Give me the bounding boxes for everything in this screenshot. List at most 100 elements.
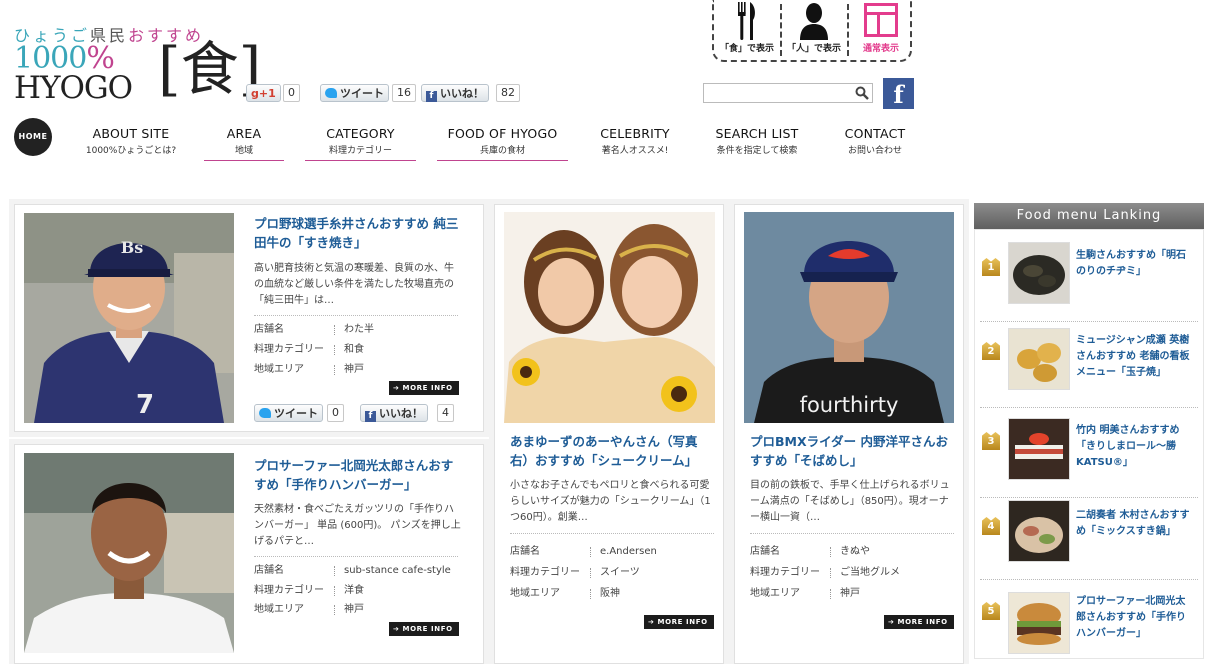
nav-active-underline: [437, 160, 568, 161]
facebook-page-button[interactable]: f: [883, 78, 914, 109]
arrow-right-icon: ➔: [393, 384, 403, 392]
celebrity-photo[interactable]: [24, 453, 234, 653]
celebrity-photo[interactable]: [504, 212, 715, 423]
display-by-person-button[interactable]: 「人」で表示: [781, 0, 847, 60]
info-row-shop: 店舗名 きぬや: [750, 546, 870, 557]
ranking-item-link: 二胡奏者 木村さんおすすめ「ミックスすき鍋」: [1076, 510, 1190, 537]
nav-about-site[interactable]: ABOUT SITE 1000%ひょうごとは?: [84, 126, 178, 156]
ranking-title: Food menu Lanking: [974, 203, 1204, 229]
rank-medal-icon: 4: [982, 517, 1000, 535]
person-icon: [800, 3, 828, 40]
info-row-area: 地域エリア 神戸: [254, 604, 364, 615]
card-description: 高い肥育技術と気温の寒暖差、良質の水、牛の血統など厳しい条件を満たした牧場直売の…: [254, 263, 454, 306]
facebook-icon: f: [893, 80, 904, 109]
nav-search-list[interactable]: SEARCH LIST 条件を指定して検索: [708, 126, 806, 156]
svg-text:Bs: Bs: [121, 238, 144, 257]
ranking-item[interactable]: 3 竹内 明美さんおすすめ「きりしまロール～勝KATSU®」: [980, 408, 1198, 498]
card-title-link[interactable]: プロサーファー北岡光太郎さんおすすめ「手作りハンバーガー」: [254, 456, 464, 494]
celebrity-photo[interactable]: Bs 7: [24, 213, 234, 423]
gplus-icon: g: [251, 87, 259, 100]
twitter-bird-icon: [325, 88, 337, 98]
ranking-thumbnail: [1008, 500, 1070, 562]
display-normal-button[interactable]: 通常表示: [848, 0, 914, 60]
like-button[interactable]: f いいね！: [421, 84, 489, 102]
surfer-photo: [24, 453, 234, 653]
ranking-thumbnail: [1008, 592, 1070, 654]
facebook-icon: f: [365, 411, 376, 422]
gplus-count: 0: [283, 84, 300, 102]
divider: [750, 533, 954, 534]
divider: [254, 315, 458, 316]
more-info-button[interactable]: ➔ MORE INFO: [389, 381, 459, 395]
nav-category[interactable]: CATEGORY 料理カテゴリー: [305, 126, 416, 161]
ranking-thumbnail: [1008, 418, 1070, 480]
ranking-item[interactable]: 2 ミュージシャン成瀬 英樹さんおすすめ 老舗の看板メニュー「玉子焼」: [980, 318, 1198, 408]
ranking-item-link: ミュージシャン成瀬 英樹さんおすすめ 老舗の看板メニュー「玉子焼」: [1076, 335, 1190, 378]
rank-medal-icon: 2: [982, 342, 1000, 360]
tweet-button[interactable]: ツイート: [320, 84, 389, 102]
arrow-right-icon: ➔: [393, 625, 403, 633]
nav-contact[interactable]: CONTACT お問い合わせ: [838, 126, 912, 156]
baseball-player-photo: Bs 7: [24, 213, 234, 423]
display-mode-switch: 「食」で表示 「人」で表示 通常表示: [712, 0, 912, 62]
ranking-item-link: プロサーファー北岡光太郎さんおすすめ「手作りハンバーガー」: [1076, 596, 1186, 639]
ranking-thumbnail: [1008, 328, 1070, 390]
info-row-area: 地域エリア 阪神: [510, 588, 620, 599]
card-title-link[interactable]: プロ野球選手糸井さんおすすめ 純三田牛の「すき焼き」: [254, 214, 464, 252]
tweet-count: 0: [327, 404, 344, 422]
facebook-icon: f: [426, 91, 437, 102]
home-button[interactable]: HOME: [14, 118, 52, 156]
card-title-link[interactable]: あまゆーずのあーやんさん（写真右）おすすめ「シュークリーム」: [510, 432, 710, 470]
more-info-button[interactable]: ➔ MORE INFO: [644, 615, 714, 629]
info-row-shop: 店舗名 わた半: [254, 324, 374, 335]
ranking-item[interactable]: 1 生駒さんおすすめ「明石のりのチヂミ」: [980, 232, 1198, 322]
arrow-right-icon: ➔: [648, 618, 658, 626]
ranking-item-link: 竹内 明美さんおすすめ「きりしまロール～勝KATSU®」: [1076, 425, 1180, 468]
divider: [510, 533, 714, 534]
nav-active-underline: [305, 160, 416, 161]
rank-medal-icon: 3: [982, 432, 1000, 450]
rank-medal-icon: 1: [982, 258, 1000, 276]
twitter-bird-icon: [259, 408, 271, 418]
gplus-button[interactable]: g+1: [246, 84, 281, 102]
info-row-shop: 店舗名 sub-stance cafe-style: [254, 565, 451, 576]
shirt-logo-text: fourthirty: [800, 393, 899, 417]
like-button[interactable]: f いいね！: [360, 404, 428, 422]
divider: [254, 556, 458, 557]
nav-active-underline: [204, 160, 284, 161]
arrow-right-icon: ➔: [888, 618, 898, 626]
nav-food-of-hyogo[interactable]: FOOD OF HYOGO 兵庫の食材: [437, 126, 568, 161]
card-title-link[interactable]: プロBMXライダー 内野洋平さんおすすめ「そばめし」: [750, 432, 950, 470]
nav-celebrity[interactable]: CELEBRITY 著名人オススメ!: [592, 126, 678, 156]
ranking-item[interactable]: 5 プロサーファー北岡光太郎さんおすすめ「手作りハンバーガー」: [980, 582, 1198, 654]
info-row-category: 料理カテゴリー ご当地グルメ: [750, 567, 900, 578]
card-description: 目の前の鉄板で、手早く仕上げられるボリューム満点の「そばめし」（850円）。現オ…: [750, 480, 950, 523]
more-info-button[interactable]: ➔ MORE INFO: [389, 622, 459, 636]
more-info-button[interactable]: ➔ MORE INFO: [884, 615, 954, 629]
logo-line-hyogo[interactable]: HYOGO: [14, 72, 133, 104]
nav-area[interactable]: AREA 地域: [204, 126, 284, 161]
info-row-shop: 店舗名 e.Andersen: [510, 546, 657, 557]
ranking-item-link: 生駒さんおすすめ「明石のりのチヂミ」: [1076, 250, 1186, 277]
fork-knife-icon: [738, 2, 755, 40]
info-row-area: 地域エリア 神戸: [750, 588, 860, 599]
like-count: 4: [437, 404, 454, 422]
card-description: 天然素材・食べごたえガッツリの「手作りハンバーガー」 単品 (600円)。 パン…: [254, 504, 461, 547]
display-by-food-button[interactable]: 「食」で表示: [714, 0, 780, 60]
svg-text:7: 7: [136, 390, 154, 420]
tweet-count: 16: [392, 84, 416, 102]
duo-photo: [504, 212, 715, 423]
rank-medal-icon: 5: [982, 602, 1000, 620]
info-row-area: 地域エリア 神戸: [254, 364, 364, 375]
search-input[interactable]: [703, 83, 873, 103]
bmx-rider-photo: fourthirty: [744, 212, 954, 423]
search-icon[interactable]: [855, 86, 869, 100]
like-count: 82: [496, 84, 520, 102]
info-row-category: 料理カテゴリー 和食: [254, 344, 364, 355]
ranking-thumbnail: [1008, 242, 1070, 304]
grid-layout-icon: [864, 3, 898, 37]
card-description: 小さなお子さんでもペロリと食べられる可愛らしいサイズが魅力の「シュークリーム」（…: [510, 480, 711, 523]
ranking-item[interactable]: 4 二胡奏者 木村さんおすすめ「ミックスすき鍋」: [980, 490, 1198, 580]
celebrity-photo[interactable]: fourthirty: [744, 212, 954, 423]
tweet-button[interactable]: ツイート: [254, 404, 323, 422]
